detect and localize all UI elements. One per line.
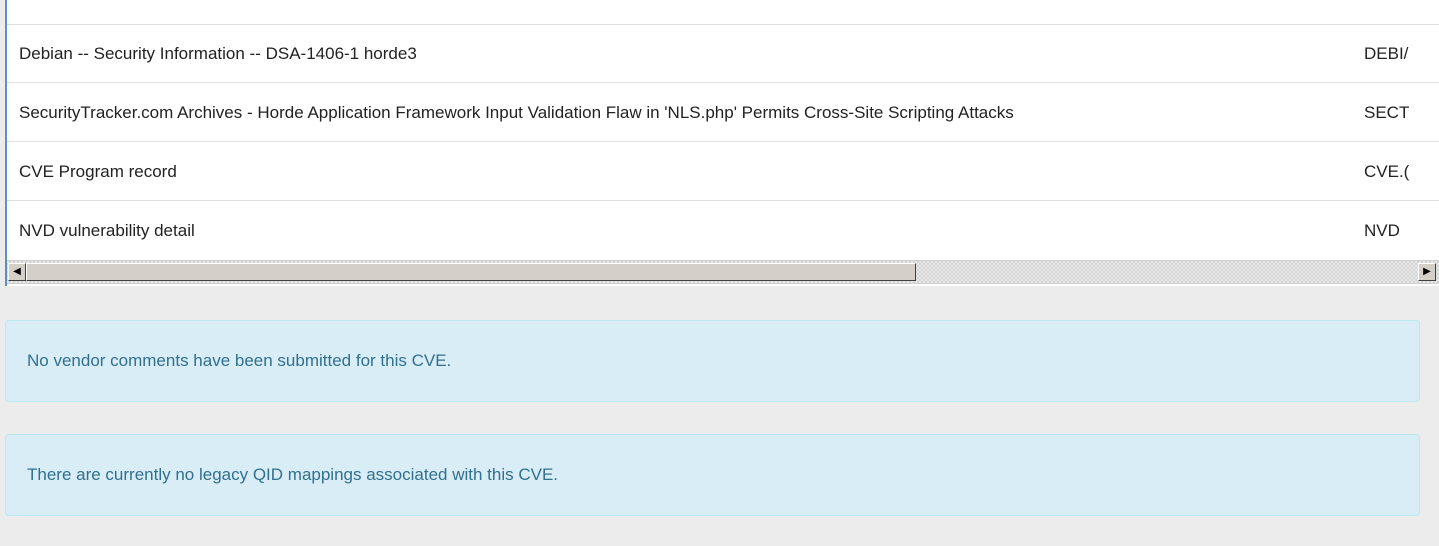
horizontal-scrollbar[interactable]: ◀ ▶ bbox=[7, 260, 1439, 284]
scroll-left-arrow-icon[interactable]: ◀ bbox=[8, 263, 26, 281]
references-table: Debian -- Security Information -- DSA-14… bbox=[5, 0, 1439, 286]
qid-mappings-alert: There are currently no legacy QID mappin… bbox=[5, 434, 1420, 516]
qid-mappings-message: There are currently no legacy QID mappin… bbox=[27, 465, 559, 484]
vendor-comments-alert: No vendor comments have been submitted f… bbox=[5, 320, 1420, 402]
reference-title[interactable]: SecurityTracker.com Archives - Horde App… bbox=[19, 84, 1014, 142]
table-row-partial bbox=[7, 0, 1439, 25]
reference-title[interactable]: CVE Program record bbox=[19, 143, 177, 201]
reference-title[interactable]: NVD vulnerability detail bbox=[19, 202, 195, 260]
table-row[interactable]: CVE Program record CVE.( bbox=[7, 143, 1439, 201]
reference-source: CVE.( bbox=[1364, 162, 1410, 181]
scroll-right-arrow-icon[interactable]: ▶ bbox=[1418, 263, 1436, 281]
reference-title[interactable]: Debian -- Security Information -- DSA-14… bbox=[19, 25, 417, 83]
reference-source: SECT bbox=[1364, 103, 1410, 122]
vendor-comments-message: No vendor comments have been submitted f… bbox=[27, 351, 452, 370]
table-row[interactable]: Debian -- Security Information -- DSA-14… bbox=[7, 25, 1439, 83]
table-row[interactable]: NVD vulnerability detail NVD bbox=[7, 202, 1439, 260]
scrollbar-thumb[interactable] bbox=[26, 263, 916, 281]
reference-source: NVD bbox=[1364, 221, 1400, 240]
reference-source: DEBI/ bbox=[1364, 44, 1409, 63]
table-row[interactable]: SecurityTracker.com Archives - Horde App… bbox=[7, 84, 1439, 142]
